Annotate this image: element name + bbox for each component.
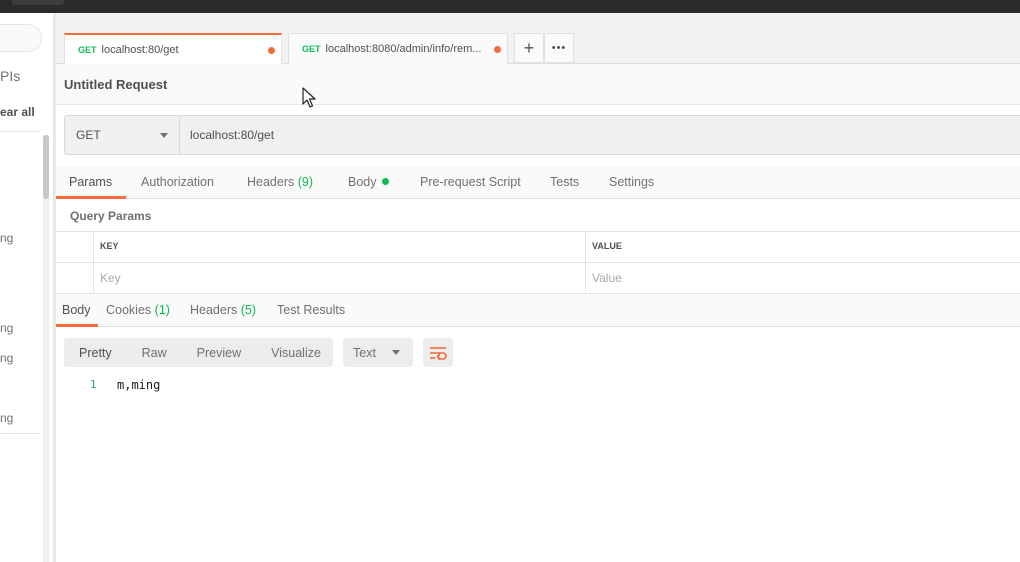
- key-column-header: KEY: [94, 232, 586, 262]
- tab-settings[interactable]: Settings: [609, 175, 654, 189]
- tab-method: GET: [78, 44, 97, 55]
- unsaved-dot-icon: [494, 46, 501, 53]
- view-mode-group: Pretty Raw Preview Visualize: [64, 338, 333, 367]
- tab-options-button[interactable]: •••: [544, 33, 574, 63]
- wrap-lines-icon: [430, 346, 447, 360]
- view-pretty-button[interactable]: Pretty: [64, 346, 127, 360]
- history-item[interactable]: ng: [0, 231, 13, 245]
- response-tab-test-results[interactable]: Test Results: [277, 303, 345, 317]
- more-icon: •••: [551, 42, 567, 54]
- cookies-count: (1): [154, 303, 170, 317]
- view-preview-button[interactable]: Preview: [182, 346, 256, 360]
- sidebar-divider: [0, 131, 40, 132]
- tab-body[interactable]: Body: [348, 175, 389, 189]
- wrap-lines-button[interactable]: [423, 338, 453, 367]
- tab-tests[interactable]: Tests: [550, 175, 579, 189]
- clear-all-button[interactable]: ear all: [0, 105, 35, 119]
- history-item[interactable]: ng: [0, 351, 13, 365]
- method-select[interactable]: GET: [65, 116, 180, 154]
- table-header-row: KEY VALUE: [56, 232, 1020, 263]
- row-checkbox[interactable]: [56, 263, 94, 293]
- format-value: Text: [353, 345, 376, 360]
- method-value: GET: [76, 128, 101, 142]
- sidebar-search-input[interactable]: [0, 24, 42, 52]
- active-tab-indicator: [56, 196, 126, 199]
- tab-prerequest-script[interactable]: Pre-request Script: [420, 175, 521, 189]
- tab-method: GET: [302, 44, 321, 54]
- response-line: m,ming: [117, 378, 161, 392]
- request-tab[interactable]: GET localhost:8080/admin/info/rem...: [288, 33, 508, 64]
- history-item[interactable]: ng: [0, 411, 13, 425]
- tab-label: localhost:80/get: [101, 43, 179, 56]
- view-raw-button[interactable]: Raw: [127, 346, 182, 360]
- request-tabs: Params Authorization Headers (9) Body Pr…: [56, 166, 1020, 199]
- response-tab-cookies[interactable]: Cookies (1): [106, 303, 170, 317]
- sidebar-tab-apis[interactable]: PIs: [0, 68, 20, 84]
- sidebar-scrollbar-track[interactable]: [43, 135, 49, 562]
- tab-params[interactable]: Params: [69, 175, 112, 189]
- format-select[interactable]: Text: [343, 338, 413, 367]
- chevron-down-icon: [160, 133, 168, 138]
- query-params-title: Query Params: [70, 209, 152, 223]
- active-response-tab-indicator: [56, 324, 98, 327]
- tab-body-label: Body: [348, 175, 377, 189]
- key-input[interactable]: Key: [94, 262, 586, 292]
- request-tab-bar: GET localhost:80/get GET localhost:8080/…: [56, 13, 1020, 64]
- unsaved-dot-icon: [268, 47, 275, 54]
- sidebar: PIs ear all ng ng ng ng: [0, 13, 54, 562]
- sidebar-scrollbar-thumb[interactable]: [43, 135, 49, 199]
- chevron-down-icon: [392, 350, 400, 355]
- mouse-cursor-icon: [302, 87, 316, 108]
- request-header: Untitled Request: [56, 64, 1020, 105]
- value-column-header: VALUE: [592, 241, 622, 251]
- response-tab-body[interactable]: Body: [62, 303, 91, 317]
- window-title-bar: [0, 0, 1020, 13]
- plus-icon: +: [523, 37, 535, 58]
- tab-headers-label: Headers: [247, 175, 295, 189]
- table-row: Key Value: [56, 262, 1020, 294]
- query-params-table: KEY VALUE Key Value: [56, 231, 1020, 294]
- response-tabs: Body Cookies (1) Headers (5) Test Result…: [56, 294, 1020, 327]
- sidebar-divider: [0, 433, 40, 434]
- response-tab-headers[interactable]: Headers (5): [190, 303, 256, 317]
- request-title[interactable]: Untitled Request: [64, 77, 167, 92]
- history-item[interactable]: ng: [0, 321, 13, 335]
- new-tab-button[interactable]: +: [514, 33, 544, 63]
- url-input[interactable]: localhost:80/get: [190, 128, 274, 142]
- response-headers-label: Headers: [190, 303, 238, 317]
- body-indicator-icon: [381, 178, 389, 185]
- headers-count: (9): [297, 175, 314, 189]
- title-bar-tab: [12, 0, 64, 5]
- request-tab-active[interactable]: GET localhost:80/get: [64, 33, 282, 64]
- cookies-label: Cookies: [106, 303, 152, 317]
- checkbox-column: [56, 232, 94, 262]
- url-bar: GET localhost:80/get: [64, 115, 1020, 155]
- view-visualize-button[interactable]: Visualize: [256, 346, 336, 360]
- tab-label: localhost:8080/admin/info/rem...: [325, 43, 482, 55]
- tab-headers[interactable]: Headers (9): [247, 175, 313, 189]
- tab-authorization[interactable]: Authorization: [141, 175, 214, 189]
- value-input[interactable]: Value: [586, 262, 1020, 292]
- line-number: 1: [90, 378, 97, 391]
- response-headers-count: (5): [240, 303, 257, 317]
